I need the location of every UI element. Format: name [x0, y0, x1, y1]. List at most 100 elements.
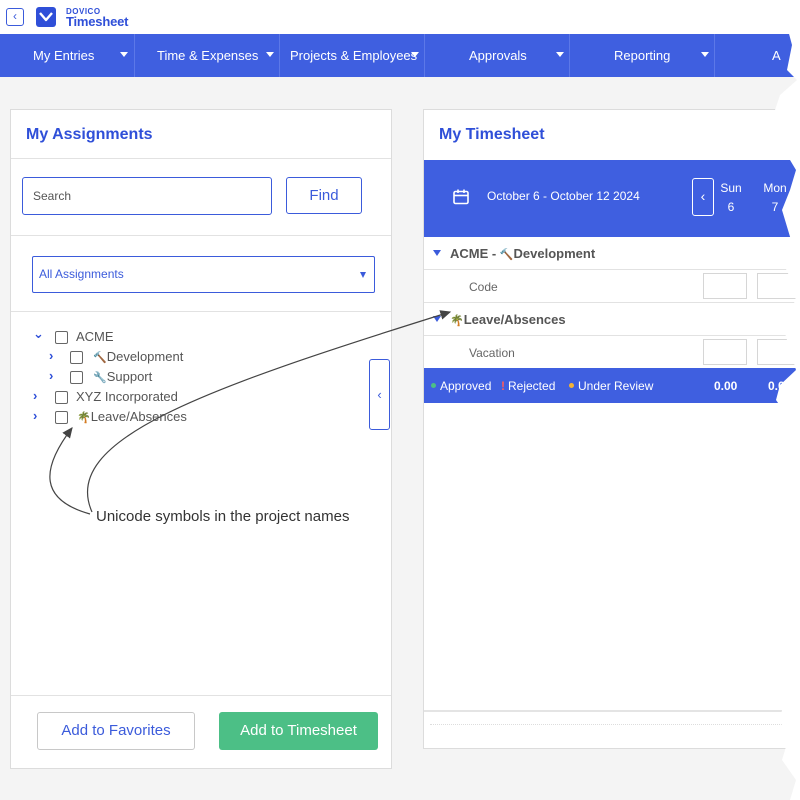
nav-label: A — [772, 48, 781, 63]
tree-item-leave[interactable]: › 🌴Leave/Absences — [33, 408, 333, 428]
palm-tree-icon: 🌴 — [450, 315, 464, 327]
add-to-timesheet-button[interactable]: Add to Timesheet — [219, 712, 378, 750]
divider — [424, 710, 800, 712]
hammer-icon: 🔨 — [499, 249, 514, 261]
checkbox[interactable] — [55, 331, 68, 344]
assignments-panel: My Assignments Search Find All Assignmen… — [10, 109, 392, 769]
nav-my-entries[interactable]: My Entries — [0, 34, 135, 77]
chevron-down-icon — [120, 52, 128, 57]
nav-label: Time & Expenses — [157, 48, 259, 63]
filter-value: All Assignments — [39, 267, 124, 281]
tree-item-xyz[interactable]: › XYZ Incorporated — [33, 388, 333, 408]
tree-label-wrap: 🔧Support — [93, 369, 152, 384]
hours-input[interactable] — [703, 339, 747, 365]
hammer-icon: 🔨 — [93, 352, 107, 364]
group-label: Development — [513, 246, 596, 261]
legend-label: Under Review — [578, 379, 654, 393]
group-prefix: ACME - — [450, 246, 500, 261]
collapse-panel-button[interactable]: ‹ — [369, 359, 390, 430]
wrench-icon: 🔧 — [93, 372, 107, 384]
day-number: 7 — [771, 200, 779, 214]
tree-label: Leave/Absences — [90, 409, 187, 424]
nav-label: My Entries — [33, 48, 95, 63]
day-name: Mon — [763, 181, 787, 195]
chevron-left-icon: ‹ — [377, 387, 382, 402]
prev-week-button[interactable]: ‹ — [692, 178, 714, 216]
top-bar: ‹ DOVICO Timesheet — [0, 0, 800, 34]
chevron-right-icon[interactable]: › — [33, 408, 37, 423]
checkbox[interactable] — [55, 411, 68, 424]
row-label: Code — [469, 280, 498, 294]
add-to-favorites-button[interactable]: Add to Favorites — [37, 712, 195, 750]
logo-icon — [36, 7, 56, 27]
tree-label-wrap: 🌴Leave/Absences — [77, 409, 187, 424]
panel-title: My Timesheet — [439, 126, 545, 143]
chevron-down-icon[interactable]: ⌄ — [33, 326, 44, 342]
brand-name: Timesheet — [66, 14, 129, 29]
timesheet-header: October 6 - October 12 2024 ‹ Sun 6 Mon … — [424, 160, 800, 237]
chevron-down-icon — [411, 52, 419, 57]
group-row-leave[interactable]: 🌴Leave/Absences — [424, 303, 800, 336]
hours-input[interactable] — [703, 273, 747, 299]
tree-item-support[interactable]: › 🔧Support — [49, 368, 349, 388]
approved-dot-icon — [431, 383, 436, 388]
caret-down-icon[interactable] — [433, 316, 441, 322]
row-label: Vacation — [469, 346, 515, 360]
nav-approvals[interactable]: Approvals — [425, 34, 570, 77]
nav-label: Reporting — [614, 48, 671, 63]
chevron-right-icon[interactable]: › — [49, 368, 53, 383]
back-icon[interactable]: ‹ — [6, 8, 24, 26]
nav-reporting[interactable]: Reporting — [570, 34, 715, 77]
find-button[interactable]: Find — [286, 177, 362, 214]
divider — [11, 311, 391, 312]
panel-title: My Assignments — [26, 126, 153, 143]
nav-projects-employees[interactable]: Projects & Employees — [280, 34, 425, 77]
chevron-left-icon: ‹ — [700, 188, 706, 204]
calendar-icon[interactable] — [452, 188, 470, 206]
tree-item-acme[interactable]: ⌄ ACME — [33, 326, 333, 348]
tree-label: ACME — [76, 329, 114, 344]
chevron-down-icon — [701, 52, 709, 57]
palm-tree-icon: 🌴 — [77, 412, 91, 424]
chevron-down-icon — [360, 272, 366, 278]
day-name: Sun — [720, 181, 742, 195]
tree-label: XYZ Incorporated — [76, 389, 178, 404]
chevron-down-icon — [556, 52, 564, 57]
checkbox[interactable] — [70, 371, 83, 384]
hours-input[interactable] — [757, 339, 800, 365]
caret-down-icon[interactable] — [433, 250, 441, 256]
divider — [430, 724, 790, 725]
assignment-filter-select[interactable]: All Assignments — [32, 256, 375, 293]
group-row-acme[interactable]: ACME - 🔨Development — [424, 237, 800, 270]
search-input[interactable]: Search — [22, 177, 272, 215]
legend-label: Approved — [440, 379, 492, 393]
exclamation-icon: ! — [501, 379, 505, 393]
review-dot-icon — [569, 383, 574, 388]
table-row: Code — [424, 270, 800, 303]
chevron-down-icon — [266, 52, 274, 57]
chevron-right-icon[interactable]: › — [33, 388, 37, 403]
tree-item-development[interactable]: › 🔨Development — [49, 348, 349, 368]
divider — [11, 158, 391, 159]
hours-input[interactable] — [757, 273, 800, 299]
tree-label: Support — [106, 369, 153, 384]
checkbox[interactable] — [55, 391, 68, 404]
status-bar: Approved ! Rejected Under Review 0.00 0.0… — [424, 368, 800, 403]
legend-rejected: ! Rejected — [501, 379, 555, 393]
timesheet-panel: My Timesheet October 6 - October 12 2024… — [423, 109, 800, 749]
legend-label: Rejected — [508, 379, 556, 393]
day-total: 0.00 — [768, 379, 792, 393]
tree-label: Development — [106, 349, 184, 364]
day-total: 0.00 — [714, 379, 738, 393]
table-row: Vacation — [424, 336, 800, 369]
nav-label: Approvals — [469, 48, 527, 63]
group-label-wrap: ACME - 🔨Development — [450, 246, 595, 261]
main-nav: My Entries Time & Expenses Projects & Em… — [0, 34, 800, 77]
checkbox[interactable] — [70, 351, 83, 364]
annotation-text: Unicode symbols in the project names — [96, 508, 350, 525]
nav-time-expenses[interactable]: Time & Expenses — [135, 34, 280, 77]
nav-admin[interactable]: A — [715, 34, 800, 77]
legend-approved: Approved — [431, 379, 491, 393]
group-label: Leave/Absences — [463, 312, 566, 327]
chevron-right-icon[interactable]: › — [49, 348, 53, 363]
